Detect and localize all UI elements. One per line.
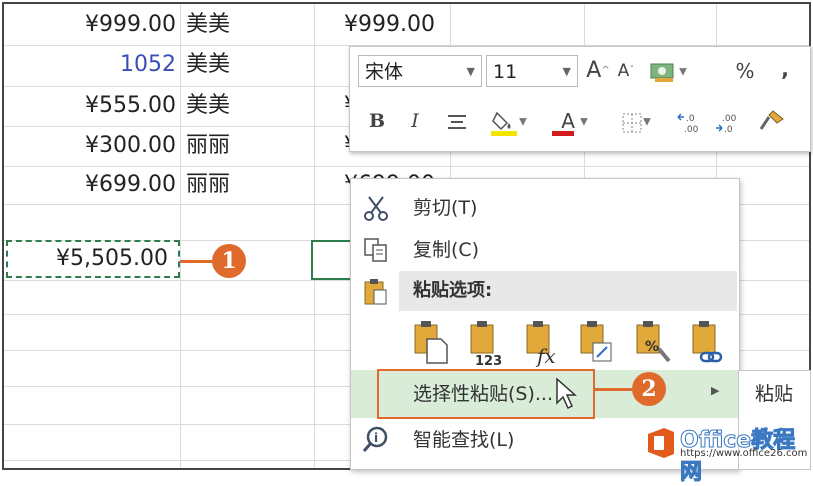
mouse-cursor-icon — [556, 377, 577, 410]
amount-cell[interactable]: 1052 — [4, 46, 176, 84]
paste-link-icon[interactable] — [689, 319, 733, 367]
menu-item-label: 智能查找(L) — [413, 429, 515, 451]
align-center-button[interactable] — [442, 105, 472, 137]
scissors-icon — [364, 196, 388, 221]
font-color-swatch — [552, 131, 574, 136]
copy-icon — [364, 238, 387, 262]
amount-cell[interactable]: ¥699.00 — [4, 166, 176, 204]
paste-icon — [414, 321, 448, 364]
menu-item-cut[interactable]: 剪切(T) — [351, 187, 739, 229]
font-name-value: 宋体 — [365, 61, 404, 83]
paste-options-header: 粘贴选项: — [399, 271, 737, 311]
font-size-combo[interactable]: 11 ▼ — [486, 55, 578, 87]
paste-options-label: 粘贴选项: — [413, 280, 493, 301]
submenu-item-paste[interactable]: 粘贴 — [755, 375, 793, 413]
paste-values-icon: 123 — [470, 321, 502, 369]
svg-text:.0: .0 — [724, 125, 733, 135]
watermark-url: https://www.office26.com — [680, 448, 808, 459]
amount-cell[interactable]: ¥999.00 — [4, 6, 176, 44]
chevron-down-icon: ▼ — [466, 65, 475, 78]
office-logo-icon — [648, 428, 674, 458]
name-cell[interactable]: 丽丽 — [186, 127, 306, 165]
align-center-icon — [448, 114, 466, 129]
menu-item-label: 复制(C) — [413, 239, 480, 261]
callout-2: 2 — [632, 372, 666, 406]
name-cell[interactable]: 美美 — [186, 46, 306, 84]
callout-leader-line — [180, 260, 212, 263]
watermark: Office教程网 https://www.office26.com — [640, 420, 808, 486]
number-format-button[interactable]: ▼ — [642, 55, 694, 87]
paste-formatting-icon[interactable]: % — [633, 319, 677, 367]
copied-sum-cell[interactable]: ¥5,505.00 — [6, 240, 180, 278]
paste-link-icon — [692, 321, 723, 363]
callout-leader-line — [594, 388, 632, 391]
submenu-arrow-icon: ▶ — [711, 384, 720, 397]
font-name-combo[interactable]: 宋体 ▼ — [358, 55, 482, 87]
copy-cell[interactable]: ¥999.00 — [344, 6, 464, 44]
chevron-down-icon: ▼ — [562, 65, 571, 78]
italic-button[interactable]: I — [402, 105, 428, 137]
sum-value: ¥5,505.00 — [56, 246, 168, 271]
svg-text:%: % — [645, 339, 659, 355]
mini-toolbar: 宋体 ▼ 11 ▼ A^ Aˇ ▼ % , B I ▼ A ▼ ▼ .0 .00… — [349, 46, 811, 152]
name-cell[interactable]: 美美 — [186, 87, 306, 125]
paste-formulas-icon: fx — [526, 321, 556, 368]
gridline — [314, 4, 315, 468]
font-color-button[interactable]: A ▼ — [546, 105, 598, 137]
shrink-font-button[interactable]: Aˇ — [614, 55, 638, 87]
svg-text:fx: fx — [535, 344, 556, 367]
increase-decimal-button[interactable]: .0 .00 — [674, 105, 706, 137]
borders-button[interactable]: ▼ — [610, 105, 662, 137]
svg-text:.00: .00 — [684, 125, 699, 135]
paste-transpose-icon — [580, 321, 612, 362]
accounting-format-icon — [650, 63, 674, 82]
format-painter-icon — [759, 109, 784, 130]
grow-font-icon: A — [586, 58, 602, 83]
fill-color-icon — [491, 111, 518, 136]
bold-button[interactable]: B — [364, 105, 390, 137]
name-cell[interactable]: 美美 — [186, 6, 306, 44]
paste-formatting-icon: % — [636, 321, 671, 363]
paste-icon[interactable] — [411, 319, 455, 367]
shrink-font-icon: A — [617, 61, 630, 81]
paste-transpose-icon[interactable] — [577, 319, 621, 367]
svg-text:.00: .00 — [722, 114, 737, 124]
clipboard-icon — [364, 279, 387, 305]
paste-formulas-icon[interactable]: fx — [523, 319, 567, 368]
svg-text:i: i — [374, 431, 378, 445]
gridline — [180, 4, 181, 468]
font-size-value: 11 — [493, 61, 518, 83]
increase-decimal-icon: .0 .00 — [677, 112, 699, 135]
svg-text:123: 123 — [475, 354, 502, 367]
smart-lookup-icon: i — [362, 426, 388, 452]
percent-style-button[interactable]: % — [730, 55, 760, 87]
svg-text:.0: .0 — [686, 114, 695, 124]
borders-icon — [622, 113, 642, 132]
menu-item-label: 剪切(T) — [413, 197, 478, 219]
menu-item-copy[interactable]: 复制(C) — [351, 229, 739, 271]
amount-cell[interactable]: ¥555.00 — [4, 87, 176, 125]
fill-color-button[interactable]: ▼ — [482, 105, 534, 137]
paste-values-icon[interactable]: 123 — [467, 319, 511, 369]
format-painter-button[interactable] — [752, 103, 792, 135]
decrease-decimal-icon: .00 .0 — [716, 114, 737, 135]
amount-cell[interactable]: ¥300.00 — [4, 127, 176, 165]
name-cell[interactable]: 丽丽 — [186, 166, 306, 204]
decrease-decimal-button[interactable]: .00 .0 — [712, 105, 744, 137]
comma-style-button[interactable]: , — [770, 53, 800, 85]
callout-1: 1 — [212, 244, 246, 278]
grow-font-button[interactable]: A^ — [586, 55, 610, 87]
